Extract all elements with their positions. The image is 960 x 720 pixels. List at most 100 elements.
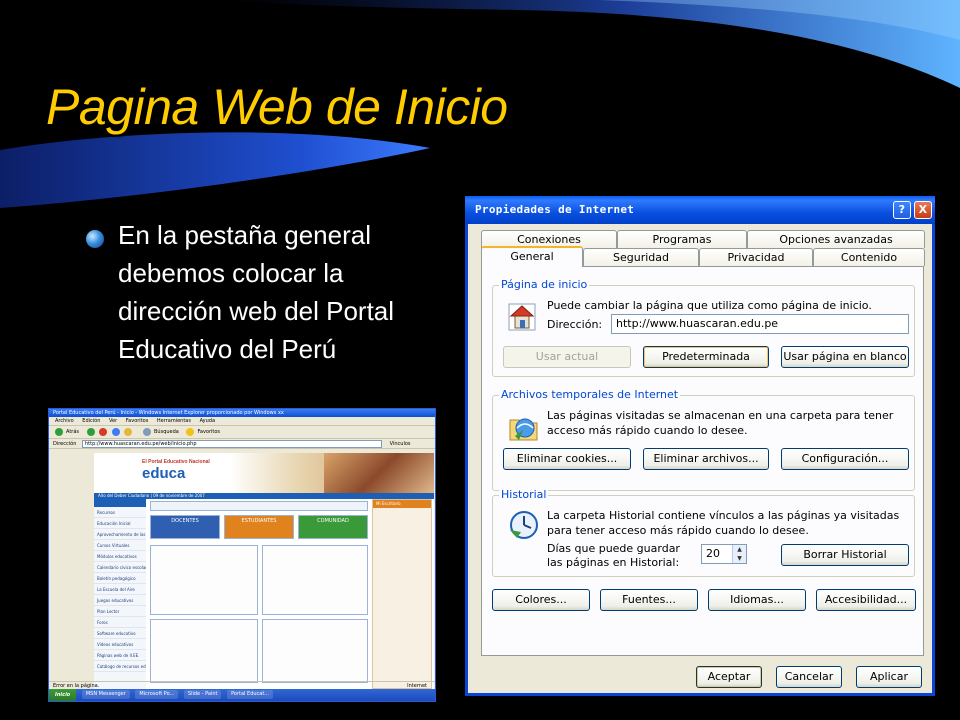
section-docentes-label: DOCENTES — [171, 518, 199, 524]
browser-address-bar: Dirección http://www.huascaran.edu.pe/we… — [49, 439, 435, 449]
spinner-arrows-icon[interactable]: ▲ ▼ — [732, 545, 746, 563]
history-group: Historial La carpeta Historial contiene … — [492, 488, 915, 577]
cancel-button[interactable]: Cancelar — [776, 666, 842, 688]
homepage-address-label: Dirección: — [547, 318, 603, 331]
delete-cookies-button[interactable]: Eliminar cookies... — [503, 448, 631, 470]
left-menu-item[interactable]: Recursos — [94, 507, 146, 518]
menu-item[interactable]: Herramientas — [157, 418, 191, 424]
tab-contenido[interactable]: Contenido — [813, 248, 925, 266]
browser-title: Portal Educativo del Perú - Inicio - Win… — [49, 409, 435, 417]
left-menu-item[interactable]: Aprovechamiento de las TIC — [94, 529, 146, 540]
portal-main-content: DOCENTES ESTUDIANTES COMUNIDAD — [150, 501, 370, 687]
slide-title: Pagina Web de Inicio — [46, 79, 508, 135]
languages-button[interactable]: Idiomas... — [708, 589, 806, 611]
history-days-spinner[interactable]: 20 ▲ ▼ — [701, 544, 747, 564]
portal-logo: El Portal Educativo Nacional educa — [142, 459, 210, 482]
dialog-titlebar: Propiedades de Internet ? X — [465, 196, 935, 224]
portal-logo-text: educa — [142, 465, 186, 482]
start-button[interactable]: Inicio — [49, 689, 77, 701]
portal-banner — [150, 501, 368, 511]
homepage-group-title: Página de inicio — [499, 278, 590, 291]
temp-files-description: Las páginas visitadas se almacenan en un… — [547, 409, 894, 437]
slide: Pagina Web de Inicio En la pestaña gener… — [0, 0, 960, 720]
apply-button[interactable]: Aplicar — [856, 666, 922, 688]
stop-icon[interactable] — [99, 427, 108, 436]
browser-address-input[interactable]: http://www.huascaran.edu.pe/web/inicio.p… — [81, 439, 382, 448]
settings-button[interactable]: Configuración... — [781, 448, 909, 470]
taskbar-item[interactable]: MSN Messenger — [81, 690, 130, 699]
temp-files-group: Archivos temporales de Internet Las pági… — [492, 388, 915, 491]
favorites-button[interactable]: Favoritos — [197, 429, 220, 435]
browser-toolbar: Atrás Búsqueda Favoritos — [49, 426, 435, 439]
ok-button[interactable]: Aceptar — [696, 666, 762, 688]
left-menu-item[interactable]: Software educativo — [94, 628, 146, 639]
news-box — [262, 545, 368, 615]
address-label: Dirección — [53, 441, 77, 447]
portal-left-menu: Recursos Educación Inicial Aprovechamien… — [94, 499, 146, 689]
left-menu-item[interactable]: La Escuela del Aire — [94, 584, 146, 595]
news-box — [262, 619, 368, 683]
history-days-value[interactable]: 20 — [706, 547, 720, 560]
internet-options-dialog: Propiedades de Internet ? X Conexiones P… — [465, 196, 935, 696]
left-menu-item[interactable]: Foros — [94, 617, 146, 628]
help-button[interactable]: ? — [893, 201, 911, 219]
left-menu-item[interactable]: Páginas web de II.EE. — [94, 650, 146, 661]
left-menu-item[interactable]: Juegos educativos — [94, 595, 146, 606]
left-menu-item[interactable]: Videos educativos — [94, 639, 146, 650]
search-button[interactable]: Búsqueda — [154, 429, 179, 435]
favorites-icon[interactable] — [186, 427, 195, 436]
use-current-button[interactable]: Usar actual — [503, 346, 631, 368]
portal-header-photo — [324, 453, 434, 493]
taskbar-item[interactable]: Portal Educat... — [227, 690, 274, 699]
delete-files-button[interactable]: Eliminar archivos... — [643, 448, 769, 470]
section-comunidad-label: COMUNIDAD — [317, 518, 349, 524]
use-blank-button[interactable]: Usar página en blanco — [781, 346, 909, 368]
windows-taskbar: Inicio MSN Messenger Microsoft Po... Sli… — [49, 689, 435, 701]
section-estudiantes[interactable]: ESTUDIANTES — [224, 515, 294, 539]
accessibility-button[interactable]: Accesibilidad... — [816, 589, 916, 611]
menu-item[interactable]: Edición — [82, 418, 100, 424]
back-icon[interactable] — [55, 427, 63, 436]
left-menu-item[interactable]: Plan Lector — [94, 606, 146, 617]
temporary-files-icon — [509, 418, 538, 441]
temp-files-group-title: Archivos temporales de Internet — [499, 388, 681, 401]
left-menu-header — [94, 499, 146, 507]
section-docentes[interactable]: DOCENTES — [150, 515, 220, 539]
left-menu-item[interactable]: Educación Inicial — [94, 518, 146, 529]
colors-button[interactable]: Colores... — [492, 589, 590, 611]
tab-programas[interactable]: Programas — [617, 230, 747, 248]
taskbar-item[interactable]: Slide - Paint — [183, 690, 222, 699]
taskbar-item[interactable]: Microsoft Po... — [135, 690, 179, 699]
tab-opciones-avanzadas[interactable]: Opciones avanzadas — [747, 230, 925, 248]
left-menu-item[interactable]: Catálogo de recursos educativos — [94, 661, 146, 672]
home-icon[interactable] — [124, 427, 133, 436]
tab-general[interactable]: General — [481, 246, 583, 267]
news-box — [150, 619, 258, 683]
links-label[interactable]: Vínculos — [390, 441, 411, 447]
left-menu-item[interactable]: Módulos educativos — [94, 551, 146, 562]
homepage-address-input[interactable]: http://www.huascaran.edu.pe — [611, 314, 909, 334]
right-column-title: Mi Escritorio — [376, 501, 401, 506]
back-button[interactable]: Atrás — [66, 429, 79, 435]
menu-item[interactable]: Ayuda — [200, 418, 215, 424]
section-comunidad[interactable]: COMUNIDAD — [298, 515, 368, 539]
fonts-button[interactable]: Fuentes... — [600, 589, 698, 611]
use-default-button[interactable]: Predeterminada — [643, 346, 769, 368]
left-menu-item[interactable]: Boletín pedagógico — [94, 573, 146, 584]
history-description: La carpeta Historial contiene vínculos a… — [547, 509, 900, 537]
dialog-title: Propiedades de Internet — [475, 203, 635, 216]
browser-screenshot: Portal Educativo del Perú - Inicio - Win… — [48, 408, 436, 702]
search-icon[interactable] — [143, 427, 151, 436]
tab-seguridad[interactable]: Seguridad — [583, 248, 699, 266]
refresh-icon[interactable] — [111, 427, 120, 436]
forward-icon[interactable] — [86, 427, 95, 436]
clear-history-button[interactable]: Borrar Historial — [781, 544, 909, 566]
menu-item[interactable]: Favoritos — [126, 418, 149, 424]
close-button[interactable]: X — [914, 201, 932, 219]
left-menu-item[interactable]: Cursos Virtuales — [94, 540, 146, 551]
menu-item[interactable]: Ver — [109, 418, 117, 424]
menu-item[interactable]: Archivo — [55, 418, 74, 424]
decorative-swoosh-left — [0, 132, 430, 208]
left-menu-item[interactable]: Calendario cívico escolar — [94, 562, 146, 573]
tab-privacidad[interactable]: Privacidad — [699, 248, 813, 266]
